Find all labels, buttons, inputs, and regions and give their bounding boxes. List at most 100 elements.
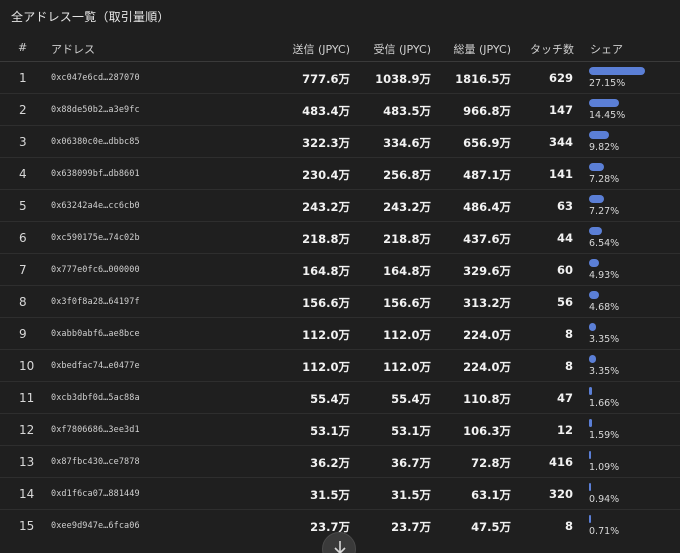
row-received: 164.8万 bbox=[383, 264, 431, 278]
row-total: 224.0万 bbox=[463, 360, 511, 374]
arrow-down-icon bbox=[334, 541, 346, 553]
row-touch-count: 629 bbox=[548, 71, 573, 85]
row-sent: 230.4万 bbox=[302, 168, 350, 182]
row-address: 0x777e0fc6…000000 bbox=[51, 265, 140, 275]
row-share: 1.09% bbox=[589, 450, 669, 476]
header-sent[interactable]: 送信 (JPYC) bbox=[292, 41, 350, 57]
header-address[interactable]: アドレス bbox=[51, 41, 95, 57]
share-percent: 6.54% bbox=[589, 238, 620, 249]
header-num[interactable]: # bbox=[18, 41, 27, 54]
share-percent: 1.59% bbox=[589, 430, 620, 441]
table-row[interactable]: 8 0x3f0f8a28…64197f 156.6万 156.6万 313.2万 56 4.… bbox=[0, 285, 680, 317]
row-received: 256.8万 bbox=[383, 168, 431, 182]
row-share: 0.94% bbox=[589, 482, 669, 508]
table-row[interactable]: 13 0x87fbc430…ce7878 36.2万 36.7万 72.8万 416 1.0… bbox=[0, 445, 680, 477]
row-share: 9.82% bbox=[589, 130, 669, 156]
row-total: 63.1万 bbox=[471, 488, 511, 502]
row-address: 0x638099bf…db8601 bbox=[51, 169, 140, 179]
row-touch-count: 12 bbox=[556, 423, 573, 437]
share-bar bbox=[589, 355, 596, 363]
row-share: 0.71% bbox=[589, 514, 669, 540]
row-address: 0x06380c0e…dbbc85 bbox=[51, 137, 140, 147]
share-bar-track bbox=[589, 259, 647, 267]
table-row[interactable]: 7 0x777e0fc6…000000 164.8万 164.8万 329.6万 60 4.… bbox=[0, 253, 680, 285]
row-sent: 483.4万 bbox=[302, 104, 350, 118]
row-touch-count: 8 bbox=[564, 327, 573, 341]
share-bar-track bbox=[589, 195, 647, 203]
header-received[interactable]: 受信 (JPYC) bbox=[373, 41, 431, 57]
row-sent: 243.2万 bbox=[302, 200, 350, 214]
table-row[interactable]: 6 0xc590175e…74c02b 218.8万 218.8万 437.6万 44 6.… bbox=[0, 221, 680, 253]
share-bar bbox=[589, 483, 591, 491]
row-address: 0xc590175e…74c02b bbox=[51, 233, 140, 243]
share-bar-track bbox=[589, 483, 647, 491]
row-address: 0xf7806686…3ee3d1 bbox=[51, 425, 140, 435]
row-total: 224.0万 bbox=[463, 328, 511, 342]
share-bar bbox=[589, 99, 619, 107]
share-bar-track bbox=[589, 323, 647, 331]
row-touch-count: 344 bbox=[548, 135, 573, 149]
share-bar-track bbox=[589, 451, 647, 459]
share-bar bbox=[589, 291, 599, 299]
share-percent: 0.94% bbox=[589, 494, 620, 505]
header-touch[interactable]: タッチ数 bbox=[530, 41, 574, 57]
row-address: 0xc047e6cd…287070 bbox=[51, 73, 140, 83]
share-bar bbox=[589, 515, 591, 523]
row-total: 966.8万 bbox=[463, 104, 511, 118]
share-percent: 3.35% bbox=[589, 334, 620, 345]
header-total[interactable]: 総量 (JPYC) bbox=[453, 41, 511, 57]
row-sent: 322.3万 bbox=[302, 136, 350, 150]
table-row[interactable]: 4 0x638099bf…db8601 230.4万 256.8万 487.1万 141 7… bbox=[0, 157, 680, 189]
row-address: 0x63242a4e…cc6cb0 bbox=[51, 201, 140, 211]
row-address: 0xbedfac74…e0477e bbox=[51, 361, 140, 371]
row-address: 0x87fbc430…ce7878 bbox=[51, 457, 140, 467]
share-bar bbox=[589, 195, 604, 203]
row-number: 10 bbox=[19, 359, 35, 373]
table-row[interactable]: 11 0xcb3dbf0d…5ac88a 55.4万 55.4万 110.8万 47 1.6… bbox=[0, 381, 680, 413]
row-touch-count: 416 bbox=[548, 455, 573, 469]
table-row[interactable]: 12 0xf7806686…3ee3d1 53.1万 53.1万 106.3万 12 1.5… bbox=[0, 413, 680, 445]
row-address: 0xee9d947e…6fca06 bbox=[51, 521, 140, 531]
share-bar bbox=[589, 451, 591, 459]
row-total: 329.6万 bbox=[463, 264, 511, 278]
table-row[interactable]: 1 0xc047e6cd…287070 777.6万 1038.9万 1816.5万 62… bbox=[0, 61, 680, 93]
row-share: 14.45% bbox=[589, 98, 669, 124]
row-touch-count: 60 bbox=[556, 263, 573, 277]
row-touch-count: 56 bbox=[556, 295, 573, 309]
share-bar-track bbox=[589, 67, 647, 75]
row-share: 7.27% bbox=[589, 194, 669, 220]
row-touch-count: 141 bbox=[548, 167, 573, 181]
table-row[interactable]: 5 0x63242a4e…cc6cb0 243.2万 243.2万 486.4万 63 7.… bbox=[0, 189, 680, 221]
share-percent: 4.93% bbox=[589, 270, 620, 281]
row-received: 31.5万 bbox=[391, 488, 431, 502]
row-received: 334.6万 bbox=[383, 136, 431, 150]
table-row[interactable]: 9 0xabb0abf6…ae8bce 112.0万 112.0万 224.0万 8 3.3… bbox=[0, 317, 680, 349]
row-sent: 55.4万 bbox=[310, 392, 350, 406]
row-received: 483.5万 bbox=[383, 104, 431, 118]
row-sent: 777.6万 bbox=[302, 72, 350, 86]
row-received: 23.7万 bbox=[391, 520, 431, 534]
share-bar-track bbox=[589, 355, 647, 363]
table-header: # アドレス 送信 (JPYC) 受信 (JPYC) 総量 (JPYC) タッチ… bbox=[0, 33, 680, 61]
table-row[interactable]: 10 0xbedfac74…e0477e 112.0万 112.0万 224.0万 8 3.… bbox=[0, 349, 680, 381]
share-bar-track bbox=[589, 131, 647, 139]
row-number: 15 bbox=[19, 519, 35, 533]
row-touch-count: 320 bbox=[548, 487, 573, 501]
table-row[interactable]: 3 0x06380c0e…dbbc85 322.3万 334.6万 656.9万 344 9… bbox=[0, 125, 680, 157]
row-number: 8 bbox=[19, 295, 27, 309]
row-share: 7.28% bbox=[589, 162, 669, 188]
share-bar bbox=[589, 387, 592, 395]
table-row[interactable]: 2 0x88de50b2…a3e9fc 483.4万 483.5万 966.8万 147 1… bbox=[0, 93, 680, 125]
row-total: 313.2万 bbox=[463, 296, 511, 310]
table-row[interactable]: 14 0xd1f6ca07…881449 31.5万 31.5万 63.1万 320 0.9… bbox=[0, 477, 680, 509]
header-share[interactable]: シェア bbox=[590, 41, 623, 57]
share-percent: 7.28% bbox=[589, 174, 620, 185]
row-total: 486.4万 bbox=[463, 200, 511, 214]
row-received: 1038.9万 bbox=[375, 72, 431, 86]
row-number: 14 bbox=[19, 487, 35, 501]
row-sent: 31.5万 bbox=[310, 488, 350, 502]
row-number: 13 bbox=[19, 455, 35, 469]
row-address: 0xcb3dbf0d…5ac88a bbox=[51, 393, 140, 403]
row-total: 110.8万 bbox=[463, 392, 511, 406]
row-total: 437.6万 bbox=[463, 232, 511, 246]
